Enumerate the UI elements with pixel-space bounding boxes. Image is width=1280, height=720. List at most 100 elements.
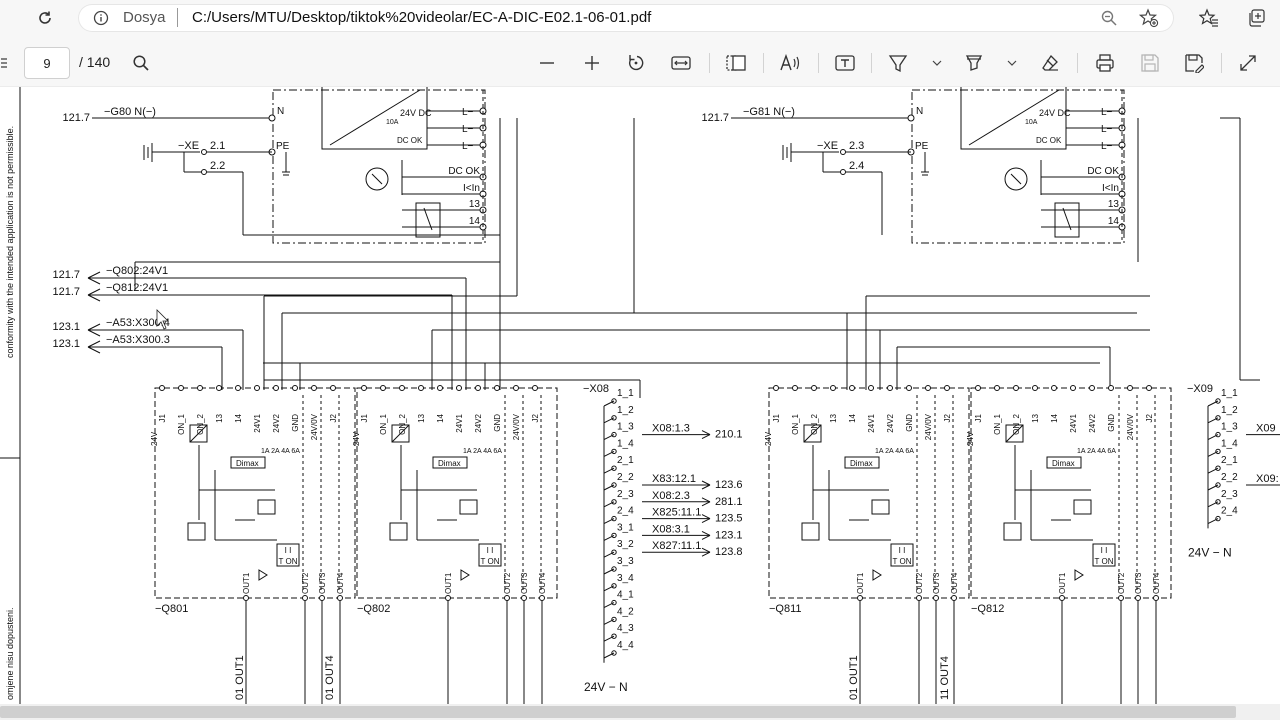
- save-as-icon[interactable]: [1182, 51, 1206, 75]
- page-number-input[interactable]: 9: [24, 47, 70, 79]
- terminal-row-label: 3_1: [617, 522, 634, 533]
- xref-label: −A53:X300.3: [106, 334, 170, 346]
- module-ton-box: I I: [899, 546, 906, 555]
- url-text[interactable]: C:/Users/MTU/Desktop/tiktok%20videolar/E…: [192, 9, 651, 26]
- module-output: OUT4: [538, 572, 547, 594]
- module-name: −Q802: [357, 603, 390, 615]
- terminal-xref-target: 123.1: [715, 529, 743, 541]
- zoom-out-icon[interactable]: [535, 51, 559, 75]
- psu-n-label: N: [916, 106, 923, 117]
- read-aloud-icon[interactable]: [778, 51, 802, 75]
- module-pin: 14: [848, 413, 857, 422]
- terminal-xref-target: 123.5: [715, 513, 743, 525]
- collections-icon[interactable]: [1244, 6, 1270, 30]
- module-pin: 13: [417, 413, 426, 422]
- module-ton: T ON: [893, 557, 912, 566]
- output-wire-label: 01 OUT1: [234, 655, 246, 700]
- zoom-icon[interactable]: [1098, 8, 1120, 28]
- xref-label: −Q812:24V1: [106, 282, 168, 294]
- xref-label: −Q802:24V1: [106, 265, 168, 277]
- module-pin: ON_1: [379, 413, 388, 434]
- xref-ref: 121.7: [701, 112, 729, 124]
- info-icon[interactable]: [92, 9, 110, 27]
- module-output: OUT4: [336, 572, 345, 594]
- favorite-add-icon[interactable]: [1138, 8, 1160, 28]
- fit-width-icon[interactable]: [669, 51, 693, 75]
- favorites-icon[interactable]: [1196, 6, 1222, 30]
- psu-terminal-label: 14: [1108, 216, 1120, 227]
- module-name: −Q812: [971, 603, 1004, 615]
- module-pin: 24V1: [455, 413, 464, 432]
- terminal-strip-x09: −X09 1_1 1_2 1_3 1_4 2_1 2_2 2_3 2_4 X09 X09: 24V −…: [1187, 383, 1280, 559]
- rotate-icon[interactable]: [624, 51, 648, 75]
- terminal-row-label: 1_1: [617, 388, 634, 399]
- power-supply: 24V DC10A DC OK 121.7 −G80 N(−) N PE −XE 2.1 2.2…: [62, 84, 487, 244]
- search-icon[interactable]: [129, 51, 153, 75]
- module-pin: 24V/0V: [512, 413, 521, 440]
- margin-text-bottom: omjene nisu dopusteni.: [5, 607, 15, 700]
- terminal-row-label: 1_2: [1221, 405, 1238, 416]
- psu-terminal-label: I<In: [463, 183, 480, 194]
- module-24v-label: 24V: [150, 431, 159, 446]
- psu-terminal-label: 13: [469, 199, 481, 210]
- module-name: −Q801: [155, 603, 188, 615]
- xe-terminal: 2.4: [849, 160, 864, 172]
- module-dimax: Dimax: [438, 459, 461, 468]
- module-q802: −Q802J1 ON_1 ON_2 13 14 24V1 24V2 GND 24V/0V J224…: [352, 385, 558, 615]
- module-pin: ON_1: [791, 413, 800, 434]
- eraser-icon[interactable]: [1038, 51, 1062, 75]
- terminal-row-label: 3_2: [617, 539, 634, 550]
- draw-icon[interactable]: [886, 51, 910, 75]
- terminal-row-label: 3_4: [617, 573, 634, 584]
- url-bar[interactable]: Dosya C:/Users/MTU/Desktop/tiktok%20vide…: [78, 4, 1174, 32]
- zoom-in-icon[interactable]: [580, 51, 604, 75]
- psu-terminal-label: 14: [469, 216, 481, 227]
- module-pin: 24V1: [1069, 413, 1078, 432]
- toolbar-divider: [871, 53, 872, 73]
- module-pin: 13: [829, 413, 838, 422]
- output-wire-label: 01 OUT4: [324, 655, 336, 700]
- terminal-row-label: 1_2: [617, 405, 634, 416]
- terminal-xref-label: X827:11.1: [652, 540, 701, 552]
- psu-net-label: −G80 N(−): [104, 106, 156, 118]
- psu-rating: 24V DC: [400, 108, 432, 118]
- xe-label: −XE: [817, 140, 838, 152]
- module-output: OUT2: [503, 572, 512, 594]
- psu-l-label: L−: [1101, 124, 1113, 135]
- reload-icon[interactable]: [32, 6, 58, 30]
- module-pin: J2: [1145, 413, 1154, 422]
- page-view-icon[interactable]: [724, 51, 748, 75]
- module-q812: −Q812J1 ON_1 ON_2 13 14 24V1 24V2 GND 24V/0V J224…: [966, 385, 1172, 615]
- module-24v-label: 24V: [352, 431, 361, 446]
- menu-icon[interactable]: [0, 54, 8, 72]
- module-output: OUT3: [932, 572, 941, 594]
- module-name: −Q811: [769, 603, 802, 615]
- module-ton-box: I I: [487, 546, 494, 555]
- horizontal-scrollbar-thumb[interactable]: [0, 706, 1236, 718]
- chevron-down-icon[interactable]: [929, 54, 945, 72]
- psu-l-label: L−: [462, 107, 474, 118]
- module-output: OUT3: [318, 572, 327, 594]
- output-wire-label: 01 OUT1: [848, 655, 860, 700]
- psu-pe-label: PE: [276, 141, 290, 152]
- schematic-drawing: conformity with the intended application…: [0, 84, 1280, 704]
- module-pin: 14: [436, 413, 445, 422]
- terminal-xref-label: X09: [1256, 423, 1276, 435]
- print-icon[interactable]: [1093, 51, 1117, 75]
- terminal-row-label: 2_4: [617, 506, 634, 517]
- toolbar-divider: [1221, 53, 1222, 73]
- save-icon[interactable]: [1138, 51, 1162, 75]
- text-box-icon[interactable]: [833, 51, 857, 75]
- psu-pe-label: PE: [915, 141, 929, 152]
- pdf-document-view[interactable]: conformity with the intended application…: [0, 84, 1280, 704]
- browser-address-bar: Dosya C:/Users/MTU/Desktop/tiktok%20vide…: [0, 0, 1280, 36]
- module-pin: 24V1: [253, 413, 262, 432]
- terminal-row-label: 4_1: [617, 590, 634, 601]
- module-ton-box: I I: [1101, 546, 1108, 555]
- highlight-icon[interactable]: [962, 51, 986, 75]
- terminal-strip-x08: −X08 1_1 1_2 1_3 1_4 2_1 2_2 2_3 2_4 3_1 3_2 3_3 3_4…: [583, 383, 743, 694]
- chevron-down-icon[interactable]: [1004, 54, 1020, 72]
- fullscreen-icon[interactable]: [1236, 51, 1260, 75]
- module-pin: 24V2: [1088, 413, 1097, 432]
- terminal-footer: 24V − N: [584, 680, 628, 694]
